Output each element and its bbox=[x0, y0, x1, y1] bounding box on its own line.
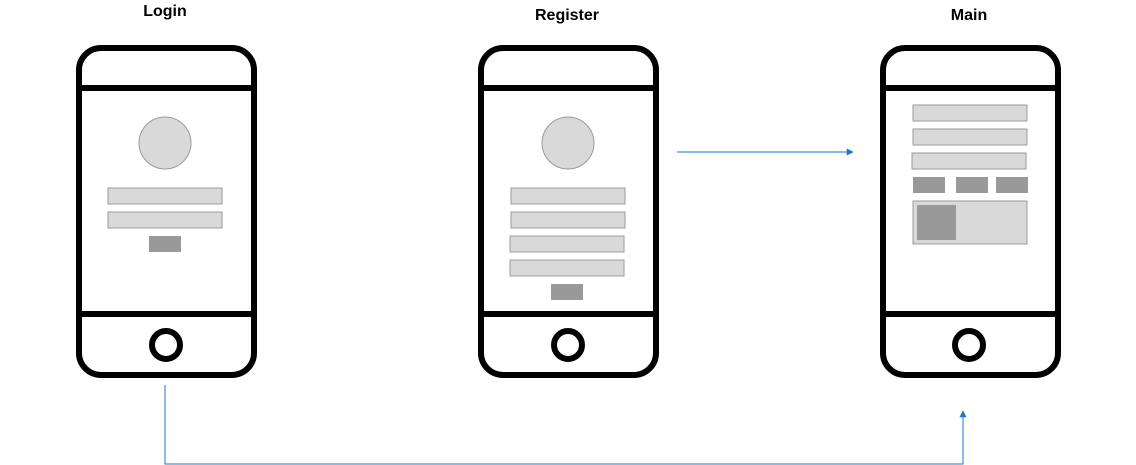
register-button bbox=[551, 284, 583, 300]
main-button-2 bbox=[956, 177, 988, 193]
main-button-1 bbox=[913, 177, 945, 193]
login-phone bbox=[76, 45, 257, 378]
avatar bbox=[138, 116, 192, 170]
password-field bbox=[107, 211, 223, 229]
main-button-3 bbox=[996, 177, 1028, 193]
register-field-1 bbox=[510, 187, 626, 205]
content-card-image bbox=[917, 205, 956, 240]
login-button bbox=[149, 236, 181, 252]
register-field-4 bbox=[509, 259, 625, 277]
register-field-3 bbox=[509, 235, 625, 253]
avatar bbox=[541, 116, 595, 170]
register-field-2 bbox=[510, 211, 626, 229]
main-field-2 bbox=[912, 128, 1028, 146]
main-field-1 bbox=[912, 104, 1028, 122]
username-field bbox=[107, 187, 223, 205]
main-field-3 bbox=[911, 152, 1027, 170]
home-button-icon bbox=[149, 328, 183, 362]
home-button-icon bbox=[551, 328, 585, 362]
main-phone bbox=[880, 45, 1061, 378]
wireframe-diagram bbox=[76, 45, 1061, 465]
home-button-icon bbox=[952, 328, 986, 362]
register-phone bbox=[478, 45, 659, 378]
arrow-login-to-main bbox=[164, 385, 967, 465]
